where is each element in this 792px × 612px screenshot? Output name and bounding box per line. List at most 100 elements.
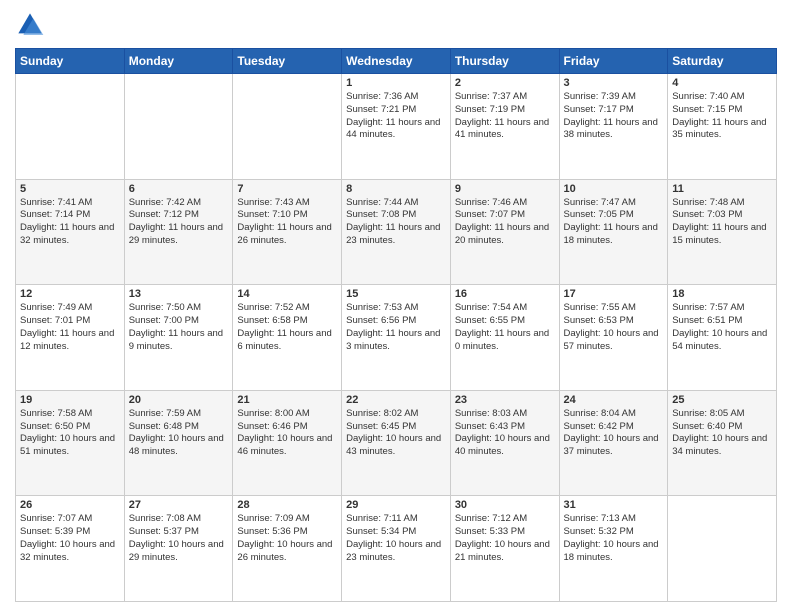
col-header-saturday: Saturday <box>668 49 777 74</box>
day-number: 31 <box>564 499 664 511</box>
calendar-cell: 3 Sunrise: 7:39 AM Sunset: 7:17 PM Daylig… <box>559 74 668 180</box>
day-number: 12 <box>20 288 120 300</box>
day-number: 24 <box>564 394 664 406</box>
col-header-tuesday: Tuesday <box>233 49 342 74</box>
week-row-2: 5 Sunrise: 7:41 AM Sunset: 7:14 PM Daylig… <box>16 179 777 285</box>
calendar-cell: 20 Sunrise: 7:59 AM Sunset: 6:48 PM Dayli… <box>124 390 233 496</box>
calendar-cell: 14 Sunrise: 7:52 AM Sunset: 6:58 PM Dayli… <box>233 285 342 391</box>
calendar-cell: 5 Sunrise: 7:41 AM Sunset: 7:14 PM Daylig… <box>16 179 125 285</box>
day-number: 16 <box>455 288 555 300</box>
calendar-cell: 19Sunrise: 7:58 AM Sunset: 6:50 PM Dayli… <box>16 390 125 496</box>
cell-content: Sunrise: 7:12 AM Sunset: 5:33 PM Dayligh… <box>455 513 555 564</box>
page: SundayMondayTuesdayWednesdayThursdayFrid… <box>0 0 792 612</box>
cell-content: Sunrise: 7:41 AM Sunset: 7:14 PM Dayligh… <box>20 197 120 248</box>
cell-content: Sunrise: 7:44 AM Sunset: 7:08 PM Dayligh… <box>346 197 446 248</box>
day-number: 5 <box>20 183 120 195</box>
cell-content: Sunrise: 8:00 AM Sunset: 6:46 PM Dayligh… <box>237 408 337 459</box>
cell-content: Sunrise: 7:43 AM Sunset: 7:10 PM Dayligh… <box>237 197 337 248</box>
week-row-1: 1 Sunrise: 7:36 AM Sunset: 7:21 PM Daylig… <box>16 74 777 180</box>
day-number: 26 <box>20 499 120 511</box>
calendar-cell: 29Sunrise: 7:11 AM Sunset: 5:34 PM Dayli… <box>342 496 451 602</box>
calendar-cell: 17Sunrise: 7:55 AM Sunset: 6:53 PM Dayli… <box>559 285 668 391</box>
cell-content: Sunrise: 7:55 AM Sunset: 6:53 PM Dayligh… <box>564 302 664 353</box>
calendar-table: SundayMondayTuesdayWednesdayThursdayFrid… <box>15 48 777 602</box>
day-number: 23 <box>455 394 555 406</box>
cell-content: Sunrise: 7:08 AM Sunset: 5:37 PM Dayligh… <box>129 513 229 564</box>
cell-content: Sunrise: 7:47 AM Sunset: 7:05 PM Dayligh… <box>564 197 664 248</box>
cell-content: Sunrise: 7:37 AM Sunset: 7:19 PM Dayligh… <box>455 91 555 142</box>
day-number: 4 <box>672 77 772 89</box>
calendar-cell: 13Sunrise: 7:50 AM Sunset: 7:00 PM Dayli… <box>124 285 233 391</box>
cell-content: Sunrise: 7:36 AM Sunset: 7:21 PM Dayligh… <box>346 91 446 142</box>
day-number: 7 <box>237 183 337 195</box>
logo <box>15 10 49 40</box>
day-number: 2 <box>455 77 555 89</box>
day-number: 28 <box>237 499 337 511</box>
calendar-cell: 4 Sunrise: 7:40 AM Sunset: 7:15 PM Daylig… <box>668 74 777 180</box>
col-header-friday: Friday <box>559 49 668 74</box>
day-number: 21 <box>237 394 337 406</box>
calendar-cell: 25 Sunrise: 8:05 AM Sunset: 6:40 PM Dayli… <box>668 390 777 496</box>
cell-content: Sunrise: 7:11 AM Sunset: 5:34 PM Dayligh… <box>346 513 446 564</box>
calendar-cell: 16Sunrise: 7:54 AM Sunset: 6:55 PM Dayli… <box>450 285 559 391</box>
day-number: 6 <box>129 183 229 195</box>
calendar-cell: 26 Sunrise: 7:07 AM Sunset: 5:39 PM Dayli… <box>16 496 125 602</box>
day-number: 18 <box>672 288 772 300</box>
day-number: 20 <box>129 394 229 406</box>
calendar-cell: 31Sunrise: 7:13 AM Sunset: 5:32 PM Dayli… <box>559 496 668 602</box>
cell-content: Sunrise: 7:52 AM Sunset: 6:58 PM Dayligh… <box>237 302 337 353</box>
col-header-monday: Monday <box>124 49 233 74</box>
calendar-cell <box>668 496 777 602</box>
calendar-cell: 21 Sunrise: 8:00 AM Sunset: 6:46 PM Dayli… <box>233 390 342 496</box>
logo-icon <box>15 10 45 40</box>
col-header-thursday: Thursday <box>450 49 559 74</box>
day-number: 19 <box>20 394 120 406</box>
cell-content: Sunrise: 8:05 AM Sunset: 6:40 PM Dayligh… <box>672 408 772 459</box>
cell-content: Sunrise: 7:49 AM Sunset: 7:01 PM Dayligh… <box>20 302 120 353</box>
day-number: 22 <box>346 394 446 406</box>
calendar-cell: 12 Sunrise: 7:49 AM Sunset: 7:01 PM Dayli… <box>16 285 125 391</box>
day-number: 9 <box>455 183 555 195</box>
calendar-cell: 8 Sunrise: 7:44 AM Sunset: 7:08 PM Daylig… <box>342 179 451 285</box>
calendar-cell: 23 Sunrise: 8:03 AM Sunset: 6:43 PM Dayli… <box>450 390 559 496</box>
day-number: 14 <box>237 288 337 300</box>
cell-content: Sunrise: 7:50 AM Sunset: 7:00 PM Dayligh… <box>129 302 229 353</box>
calendar-cell: 7 Sunrise: 7:43 AM Sunset: 7:10 PM Daylig… <box>233 179 342 285</box>
day-number: 10 <box>564 183 664 195</box>
header <box>15 10 777 40</box>
day-number: 25 <box>672 394 772 406</box>
calendar-cell <box>16 74 125 180</box>
calendar-cell: 28Sunrise: 7:09 AM Sunset: 5:36 PM Dayli… <box>233 496 342 602</box>
cell-content: Sunrise: 7:07 AM Sunset: 5:39 PM Dayligh… <box>20 513 120 564</box>
cell-content: Sunrise: 8:04 AM Sunset: 6:42 PM Dayligh… <box>564 408 664 459</box>
calendar-cell: 15 Sunrise: 7:53 AM Sunset: 6:56 PM Dayli… <box>342 285 451 391</box>
calendar-cell: 24 Sunrise: 8:04 AM Sunset: 6:42 PM Dayli… <box>559 390 668 496</box>
day-number: 15 <box>346 288 446 300</box>
col-header-wednesday: Wednesday <box>342 49 451 74</box>
calendar-cell: 30 Sunrise: 7:12 AM Sunset: 5:33 PM Dayli… <box>450 496 559 602</box>
day-number: 1 <box>346 77 446 89</box>
week-row-5: 26 Sunrise: 7:07 AM Sunset: 5:39 PM Dayli… <box>16 496 777 602</box>
day-number: 11 <box>672 183 772 195</box>
day-number: 8 <box>346 183 446 195</box>
calendar-cell <box>233 74 342 180</box>
calendar-cell: 6Sunrise: 7:42 AM Sunset: 7:12 PM Daylig… <box>124 179 233 285</box>
calendar-cell <box>124 74 233 180</box>
calendar-cell: 10 Sunrise: 7:47 AM Sunset: 7:05 PM Dayli… <box>559 179 668 285</box>
calendar-cell: 9Sunrise: 7:46 AM Sunset: 7:07 PM Daylig… <box>450 179 559 285</box>
calendar-cell: 1 Sunrise: 7:36 AM Sunset: 7:21 PM Daylig… <box>342 74 451 180</box>
cell-content: Sunrise: 7:48 AM Sunset: 7:03 PM Dayligh… <box>672 197 772 248</box>
day-number: 3 <box>564 77 664 89</box>
calendar-cell: 2 Sunrise: 7:37 AM Sunset: 7:19 PM Daylig… <box>450 74 559 180</box>
cell-content: Sunrise: 8:03 AM Sunset: 6:43 PM Dayligh… <box>455 408 555 459</box>
cell-content: Sunrise: 7:53 AM Sunset: 6:56 PM Dayligh… <box>346 302 446 353</box>
calendar-cell: 27Sunrise: 7:08 AM Sunset: 5:37 PM Dayli… <box>124 496 233 602</box>
cell-content: Sunrise: 7:59 AM Sunset: 6:48 PM Dayligh… <box>129 408 229 459</box>
calendar-cell: 18Sunrise: 7:57 AM Sunset: 6:51 PM Dayli… <box>668 285 777 391</box>
week-row-3: 12 Sunrise: 7:49 AM Sunset: 7:01 PM Dayli… <box>16 285 777 391</box>
day-number: 30 <box>455 499 555 511</box>
week-row-4: 19Sunrise: 7:58 AM Sunset: 6:50 PM Dayli… <box>16 390 777 496</box>
cell-content: Sunrise: 8:02 AM Sunset: 6:45 PM Dayligh… <box>346 408 446 459</box>
cell-content: Sunrise: 7:40 AM Sunset: 7:15 PM Dayligh… <box>672 91 772 142</box>
cell-content: Sunrise: 7:39 AM Sunset: 7:17 PM Dayligh… <box>564 91 664 142</box>
